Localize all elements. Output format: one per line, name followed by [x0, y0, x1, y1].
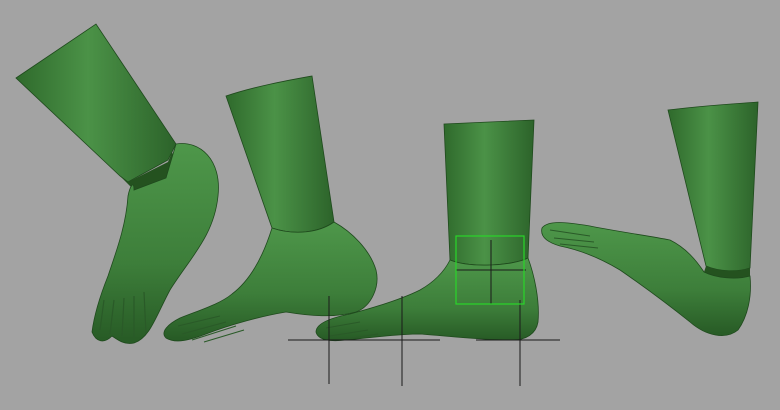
- foot-2-shin: [225, 75, 335, 233]
- viewport-canvas[interactable]: [0, 0, 780, 410]
- foot-1-shin: [15, 23, 177, 183]
- foot-model-4[interactable]: [541, 101, 759, 336]
- foot-3-shin: [443, 119, 535, 266]
- foot-4-shin: [667, 101, 759, 272]
- 3d-viewport[interactable]: [0, 0, 780, 410]
- foot-model-1[interactable]: [15, 23, 219, 344]
